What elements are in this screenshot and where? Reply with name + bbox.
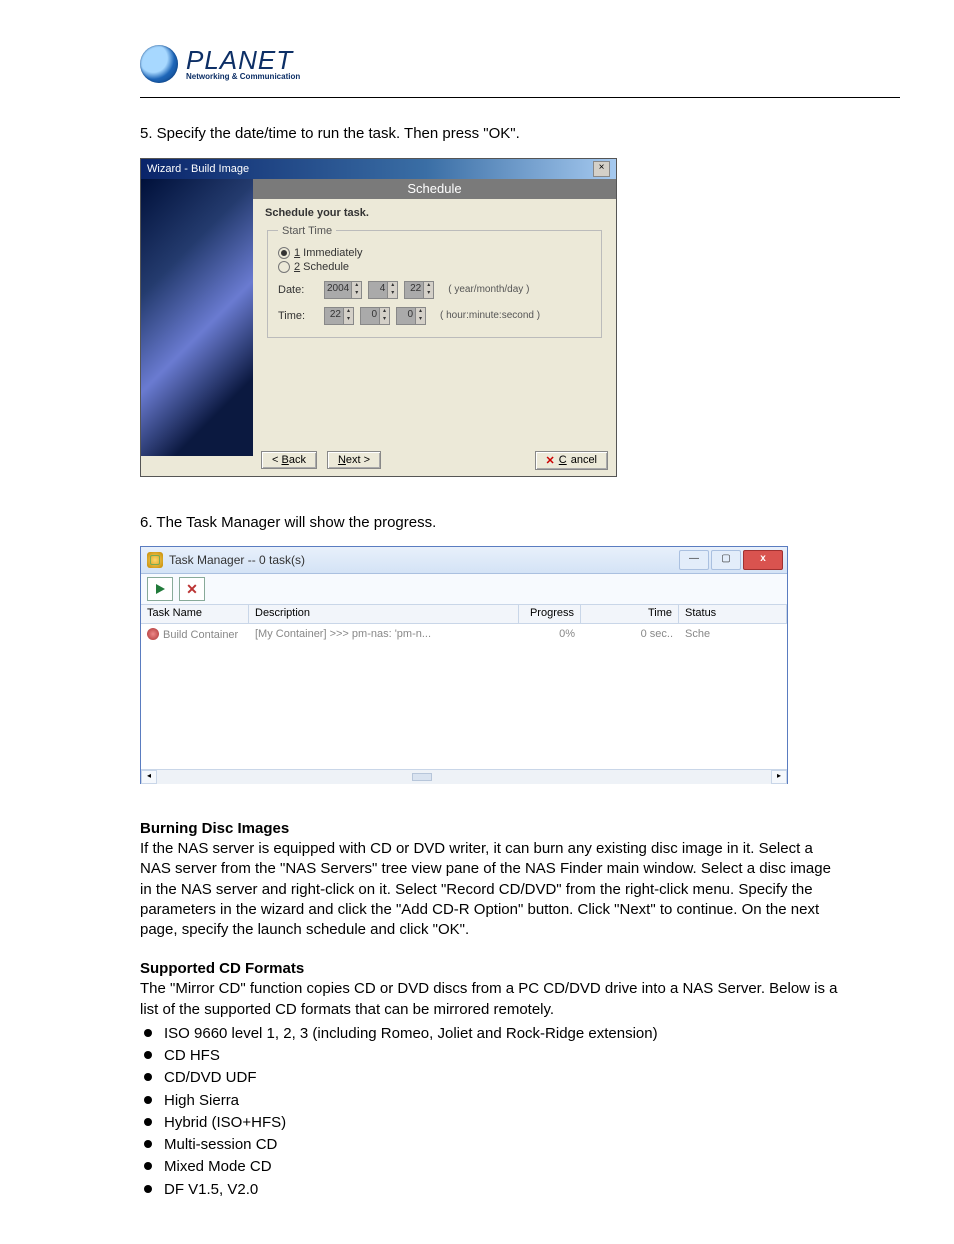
list-item: ISO 9660 level 1, 2, 3 (including Romeo,… [140,1024,840,1044]
app-icon [147,552,163,568]
col-description[interactable]: Description [249,605,519,623]
delete-task-button[interactable]: ✕ [179,577,205,601]
formats-intro: The "Mirror CD" function copies CD or DV… [140,979,840,1020]
second-stepper[interactable]: 0▴▾ [396,307,426,325]
date-hint: ( year/month/day ) [448,284,529,295]
close-icon[interactable]: × [593,161,610,177]
task-manager-window: Task Manager -- 0 task(s) — ▢ x ✕ Task N… [140,546,788,784]
delete-x-icon: ✕ [186,581,198,598]
minute-stepper[interactable]: 0▴▾ [360,307,390,325]
hour-stepper[interactable]: 22▴▾ [324,307,354,325]
start-time-legend: Start Time [278,225,336,237]
wizard-side-image [141,179,253,456]
dialog-title: Wizard - Build Image [147,163,249,175]
column-headers: Task Name Description Progress Time Stat… [141,605,787,624]
col-progress[interactable]: Progress [519,605,581,623]
maximize-button[interactable]: ▢ [711,550,741,570]
instruction-step-5: 5. Specify the date/time to run the task… [140,124,840,144]
brand-tagline: Networking & Communication [186,73,300,81]
list-item: Multi-session CD [140,1135,840,1155]
window-title: Task Manager -- 0 task(s) [169,553,305,567]
option-schedule[interactable]: 2 Schedule [278,261,591,273]
date-label: Date: [278,284,318,296]
header-divider [140,97,900,98]
col-time[interactable]: Time [581,605,679,623]
globe-icon [140,45,178,83]
scroll-thumb[interactable] [412,773,432,781]
list-item: CD/DVD UDF [140,1068,840,1088]
close-button[interactable]: x [743,550,783,570]
instruction-step-6: 6. The Task Manager will show the progre… [140,513,840,533]
start-time-group: Start Time 1 Immediately 2 Schedule Date… [267,225,602,338]
brand-logo: PLANET Networking & Communication [118,45,894,95]
schedule-prompt: Schedule your task. [265,207,604,219]
burning-title: Burning Disc Images [140,820,840,837]
brand-name: PLANET [186,47,300,73]
time-hint: ( hour:minute:second ) [440,310,540,321]
back-button[interactable]: < Back [261,451,317,469]
option-immediately[interactable]: 1 Immediately [278,247,591,259]
horizontal-scrollbar[interactable]: ◂ ▸ [141,769,787,784]
schedule-header: Schedule [253,179,616,199]
run-button[interactable] [147,577,173,601]
radio-selected-icon [278,247,290,259]
formats-title: Supported CD Formats [140,960,840,977]
table-row[interactable]: Build Container [My Container] >>> pm-na… [141,624,787,643]
list-item: Mixed Mode CD [140,1157,840,1177]
year-stepper[interactable]: 2004▴▾ [324,281,362,299]
month-stepper[interactable]: 4▴▾ [368,281,398,299]
next-button[interactable]: Next > [327,451,381,469]
col-status[interactable]: Status [679,605,787,623]
cancel-button[interactable]: ✕ Cancel [535,451,608,470]
minimize-button[interactable]: — [679,550,709,570]
play-icon [156,584,165,594]
wizard-build-image-dialog: Wizard - Build Image × Schedule Schedule… [140,158,617,477]
col-task-name[interactable]: Task Name [141,605,249,623]
day-stepper[interactable]: 22▴▾ [404,281,434,299]
list-item: DF V1.5, V2.0 [140,1180,840,1200]
formats-list: ISO 9660 level 1, 2, 3 (including Romeo,… [140,1024,840,1200]
list-item: High Sierra [140,1091,840,1111]
burning-body: If the NAS server is equipped with CD or… [140,839,840,940]
list-item: Hybrid (ISO+HFS) [140,1113,840,1133]
radio-unselected-icon [278,261,290,273]
task-row-icon [147,628,159,640]
cancel-x-icon: ✕ [546,454,555,467]
time-label: Time: [278,310,318,322]
scroll-left-icon[interactable]: ◂ [141,770,157,784]
list-item: CD HFS [140,1046,840,1066]
scroll-right-icon[interactable]: ▸ [771,770,787,784]
